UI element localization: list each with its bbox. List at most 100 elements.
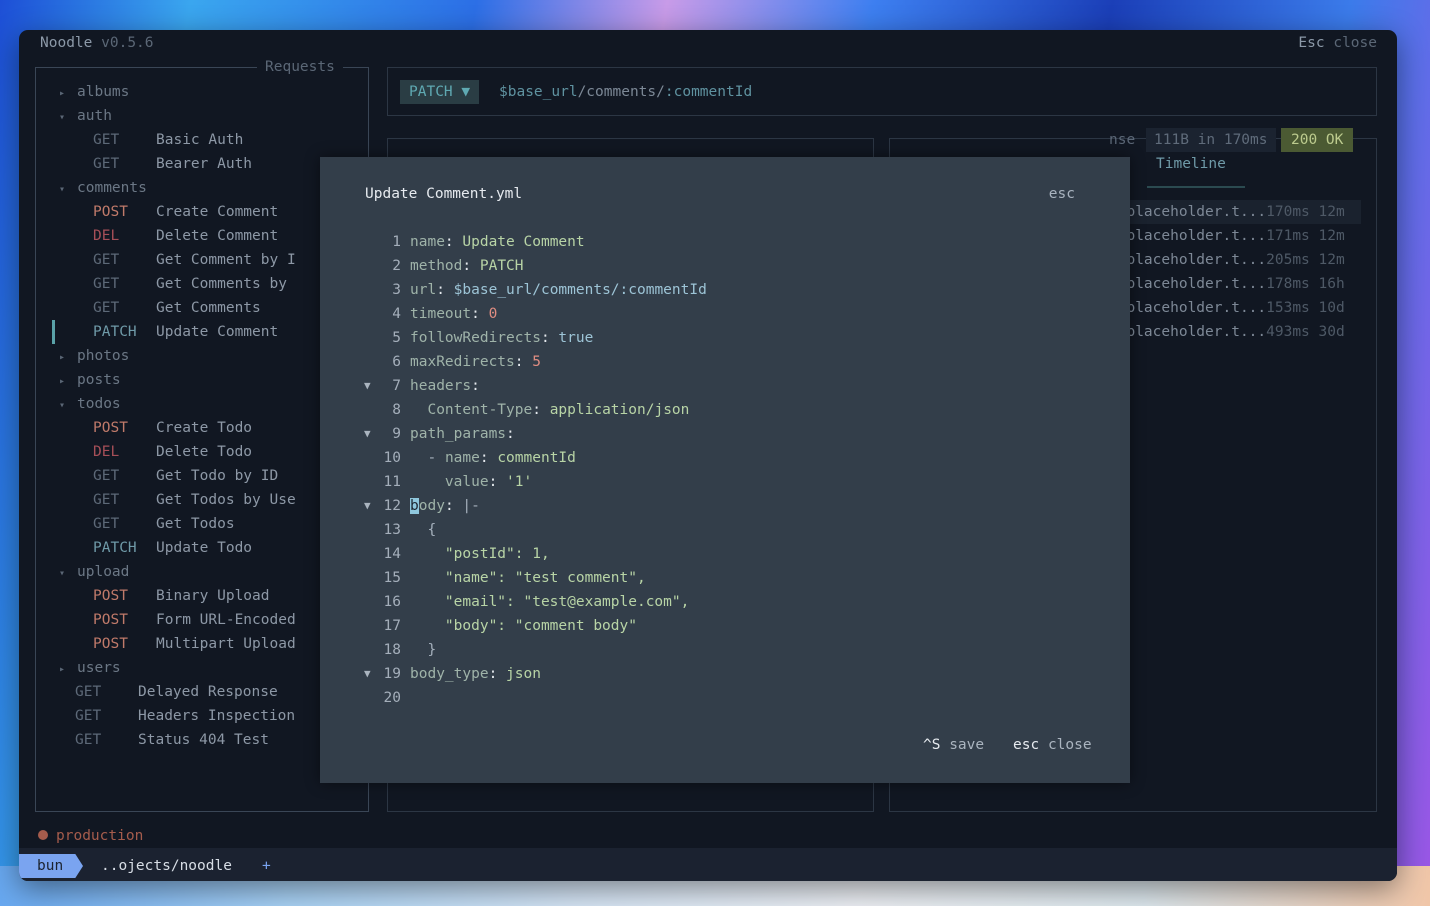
environment-indicator[interactable]: production — [38, 826, 143, 846]
folder-upload[interactable]: ▾ upload — [59, 560, 129, 584]
code-line: 1 name: Update Comment — [320, 230, 1080, 254]
code-token: : — [488, 474, 507, 490]
code-token: headers — [410, 378, 472, 394]
window-close-hint[interactable]: Esc close — [1298, 35, 1377, 51]
request-item[interactable]: POST Create Comment — [93, 200, 278, 224]
method-dropdown[interactable]: PATCH ▼ — [400, 80, 480, 104]
timeline-host: onplaceholder.t... — [1109, 204, 1267, 220]
code-token: commentId — [497, 450, 576, 466]
timeline-host: onplaceholder.t... — [1109, 228, 1267, 244]
request-item[interactable]: GET Get Todo by ID — [93, 464, 278, 488]
request-item[interactable]: DEL Delete Comment — [93, 224, 278, 248]
request-item[interactable]: DEL Delete Todo — [93, 440, 252, 464]
code-token: "email": "test@example.com", — [444, 594, 690, 610]
code-token: body_type — [410, 666, 489, 682]
line-number: 11 — [383, 474, 401, 490]
code-token: : — [488, 666, 507, 682]
timeline-age: 10d — [1318, 300, 1345, 316]
request-item[interactable]: PATCH Update Todo — [93, 536, 252, 560]
timeline-entry[interactable]: onplaceholder.t...493ms 30d — [1109, 320, 1361, 344]
folder-todos[interactable]: ▾ todos — [59, 392, 121, 416]
request-name: Delete Comment — [156, 228, 279, 244]
caret-right-icon: ▸ — [59, 376, 66, 387]
line-number: 8 — [392, 402, 401, 418]
timeline-host: onplaceholder.t... — [1109, 300, 1267, 316]
method-label: POST — [93, 636, 128, 652]
timeline-age: 12m — [1318, 252, 1345, 268]
requests-panel-title: Requests — [257, 59, 343, 75]
code-token: ody — [418, 498, 445, 514]
folder-label: todos — [77, 396, 121, 412]
timeline-age: 12m — [1318, 204, 1345, 220]
line-number: 16 — [383, 594, 401, 610]
request-name: Delayed Response — [138, 684, 278, 700]
code-line: ▼ 12 body: |- — [320, 494, 1080, 518]
code-token: application/json — [549, 402, 690, 418]
request-item[interactable]: GET Headers Inspection — [75, 704, 295, 728]
timeline-duration: 493ms — [1266, 324, 1310, 340]
code-line: 10 - name: commentId — [320, 446, 1080, 470]
request-item[interactable]: GET Get Todos — [93, 512, 235, 536]
request-item[interactable]: POST Binary Upload — [93, 584, 270, 608]
code-token: maxRedirects — [410, 354, 515, 370]
request-name: Get Todos — [156, 516, 235, 532]
code-token: followRedirects — [410, 330, 541, 346]
code-token: true — [558, 330, 594, 346]
request-item[interactable]: POST Form URL-Encoded — [93, 608, 296, 632]
request-item[interactable]: PATCH Update Comment — [93, 320, 278, 344]
request-item[interactable]: GET Bearer Auth — [93, 152, 252, 176]
timeline-entry[interactable]: onplaceholder.t...170ms 12m — [1109, 200, 1361, 224]
code-token: path_params — [410, 426, 507, 442]
folder-comments[interactable]: ▾ comments — [59, 176, 147, 200]
environment-dot-icon — [38, 830, 48, 840]
request-name: Update Comment — [156, 324, 279, 340]
request-item[interactable]: POST Create Todo — [93, 416, 252, 440]
close-button[interactable]: esc close — [1013, 733, 1092, 757]
method-label: GET — [93, 492, 120, 508]
folder-photos[interactable]: ▸ photos — [59, 344, 129, 368]
timeline-entry[interactable]: onplaceholder.t...178ms 16h — [1109, 272, 1361, 296]
folder-label: photos — [77, 348, 130, 364]
line-content: headers: — [410, 374, 480, 398]
request-item[interactable]: POST Multipart Upload — [93, 632, 296, 656]
request-item[interactable]: GET Get Comments — [93, 296, 261, 320]
timeline-entry[interactable]: onplaceholder.t...205ms 12m — [1109, 248, 1361, 272]
code-line: 14 "postId": 1, — [320, 542, 1080, 566]
code-token: timeout — [410, 306, 472, 322]
code-token: "postId": 1, — [444, 546, 550, 562]
url-input[interactable]: $base_url/comments/:commentId — [499, 80, 752, 104]
method-label: POST — [93, 204, 128, 220]
request-item[interactable]: GET Delayed Response — [75, 680, 278, 704]
save-button[interactable]: ^S save — [923, 733, 984, 757]
folder-label: posts — [77, 372, 121, 388]
request-item[interactable]: GET Get Todos by Use — [93, 488, 296, 512]
request-name: Get Todos by Use — [156, 492, 296, 508]
app-window: Noodle v0.5.6 Esc close Requests ▸ albums… — [19, 30, 1397, 881]
request-item[interactable]: GET Get Comment by I — [93, 248, 296, 272]
active-tab-underline — [1147, 186, 1245, 188]
modal-esc-button[interactable]: esc — [1049, 182, 1075, 206]
method-label: PATCH — [93, 540, 137, 556]
line-content: maxRedirects: 5 — [410, 350, 541, 374]
text-cursor: b — [410, 498, 419, 514]
caret-right-icon: ▸ — [59, 88, 66, 99]
tab-timeline[interactable]: Timeline — [1156, 152, 1226, 176]
timeline-host: onplaceholder.t... — [1109, 324, 1267, 340]
folder-posts[interactable]: ▸ posts — [59, 368, 121, 392]
folder-albums[interactable]: ▸ albums — [59, 80, 129, 104]
request-name: Delete Todo — [156, 444, 253, 460]
timeline-entry[interactable]: onplaceholder.t...171ms 12m — [1109, 224, 1361, 248]
request-item[interactable]: GET Basic Auth — [93, 128, 243, 152]
request-item[interactable]: GET Status 404 Test — [75, 728, 269, 752]
code-token: method — [410, 258, 463, 274]
code-token: url — [410, 282, 437, 298]
timeline-entry[interactable]: onplaceholder.t...153ms 10d — [1109, 296, 1361, 320]
folder-auth[interactable]: ▾ auth — [59, 104, 112, 128]
code-token: value — [444, 474, 489, 490]
request-item[interactable]: GET Get Comments by — [93, 272, 287, 296]
code-token: Update Comment — [462, 234, 585, 250]
folder-users[interactable]: ▸ users — [59, 656, 121, 680]
code-token: "name": "test comment", — [444, 570, 646, 586]
